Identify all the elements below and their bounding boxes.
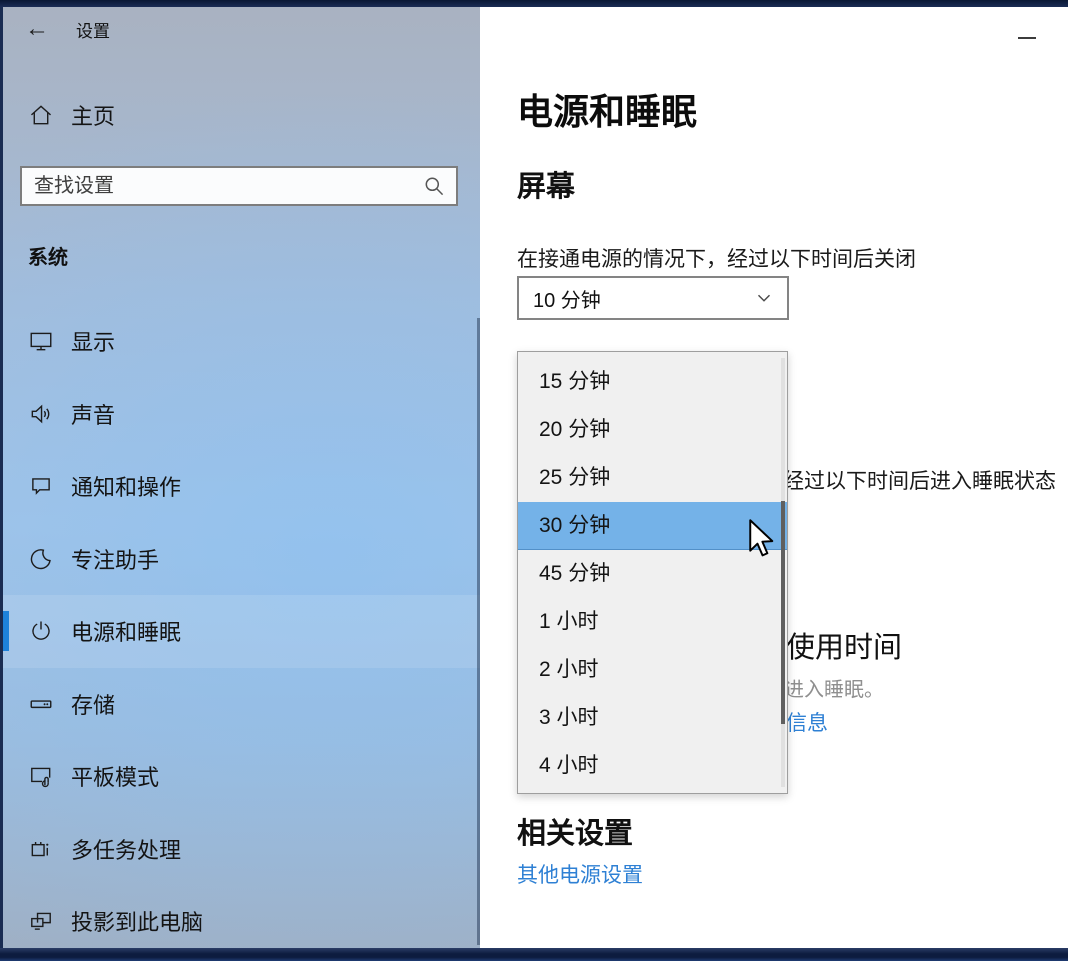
sidebar-item-label: 平板模式 [71, 760, 159, 792]
search-input[interactable] [22, 168, 422, 204]
selected-indicator [3, 611, 9, 651]
sidebar-item-label: 通知和操作 [71, 470, 181, 502]
arrow-left-icon: ← [25, 15, 49, 42]
back-button[interactable]: ← [25, 15, 49, 43]
search-icon [422, 174, 446, 198]
sidebar-item-sound[interactable]: 声音 [3, 378, 480, 451]
window-left-border [0, 7, 3, 948]
sidebar-section-label: 系统 [28, 241, 68, 270]
dropdown-option[interactable]: 15 分钟 [518, 358, 787, 406]
sidebar-item-label: 显示 [71, 325, 115, 357]
main-content: 电源和睡眠 屏幕 在接通电源的情况下，经过以下时间后关闭 10 分钟 经过以下时… [480, 7, 1068, 948]
sidebar-item-tablet-mode[interactable]: 平板模式 [3, 740, 480, 813]
dropdown-option[interactable]: 30 分钟 [518, 502, 787, 550]
power-icon [28, 618, 54, 644]
screen-timeout-select[interactable]: 10 分钟 [517, 276, 789, 320]
sidebar-item-label: 多任务处理 [71, 833, 181, 865]
sidebar-item-projecting[interactable]: 投影到此电脑 [3, 885, 480, 948]
sidebar-item-storage[interactable]: 存储 [3, 668, 480, 741]
sidebar-item-power-sleep[interactable]: 电源和睡眠 [3, 595, 480, 668]
app-title: 设置 [76, 17, 110, 42]
sidebar-item-label: 电源和睡眠 [71, 615, 181, 647]
sidebar-item-label: 专注助手 [71, 543, 159, 575]
speaker-icon [28, 401, 54, 427]
sidebar-item-home[interactable]: 主页 [28, 97, 115, 133]
dropdown-option[interactable]: 4 小时 [518, 742, 787, 790]
dropdown-option[interactable]: 20 分钟 [518, 406, 787, 454]
minimize-dash-icon [1018, 37, 1036, 39]
page-title: 电源和睡眠 [517, 83, 697, 135]
sidebar-item-multitasking[interactable]: 多任务处理 [3, 813, 480, 886]
additional-power-settings-link[interactable]: 其他电源设置 [517, 859, 643, 889]
dropdown-scrollbar-thumb[interactable] [781, 501, 785, 724]
dropdown-option[interactable]: 25 分钟 [518, 454, 787, 502]
battery-text-fragment: 进入睡眠。 [784, 673, 884, 702]
title-bar: ← 设置 [25, 15, 110, 43]
storage-icon [28, 691, 54, 717]
multitask-icon [28, 836, 54, 862]
window-top-border [0, 0, 1068, 7]
settings-window: ← 设置 主页 系统 显示声音通知和操作专注助手电源和睡眠存储平板模式多任务处理… [0, 0, 1068, 961]
sidebar: ← 设置 主页 系统 显示声音通知和操作专注助手电源和睡眠存储平板模式多任务处理… [3, 7, 480, 948]
sidebar-item-label: 投影到此电脑 [71, 905, 203, 937]
sidebar-item-notifications[interactable]: 通知和操作 [3, 450, 480, 523]
sleep-caption-fragment: 经过以下时间后进入睡眠状态 [783, 465, 1056, 495]
chevron-down-icon [753, 287, 775, 309]
sidebar-nav: 显示声音通知和操作专注助手电源和睡眠存储平板模式多任务处理投影到此电脑 [3, 305, 480, 948]
sidebar-item-label: 声音 [71, 398, 115, 430]
sidebar-item-display[interactable]: 显示 [3, 305, 480, 378]
tablet-icon [28, 763, 54, 789]
moon-icon [28, 546, 54, 572]
sleep-dropdown: 15 分钟20 分钟25 分钟30 分钟45 分钟1 小时2 小时3 小时4 小… [517, 351, 788, 794]
window-bottom-border [0, 948, 1068, 961]
battery-heading-fragment: 使用时间 [786, 624, 902, 666]
dropdown-option[interactable]: 1 小时 [518, 598, 787, 646]
home-icon [28, 102, 54, 128]
sidebar-item-label: 主页 [71, 99, 115, 131]
screen-section-heading: 屏幕 [517, 163, 575, 205]
battery-link-fragment[interactable]: 信息 [786, 707, 828, 737]
screen-caption: 在接通电源的情况下，经过以下时间后关闭 [517, 243, 916, 273]
dropdown-option[interactable]: 2 小时 [518, 646, 787, 694]
select-value: 10 分钟 [519, 284, 753, 313]
dropdown-option[interactable]: 45 分钟 [518, 550, 787, 598]
search-box [20, 166, 458, 206]
message-icon [28, 473, 54, 499]
sidebar-item-label: 存储 [71, 688, 115, 720]
dropdown-option[interactable]: 3 小时 [518, 694, 787, 742]
minimize-button[interactable] [1016, 25, 1038, 43]
related-settings-heading: 相关设置 [517, 810, 633, 852]
project-icon [28, 908, 54, 934]
sidebar-item-focus-assist[interactable]: 专注助手 [3, 523, 480, 596]
monitor-icon [28, 328, 54, 354]
